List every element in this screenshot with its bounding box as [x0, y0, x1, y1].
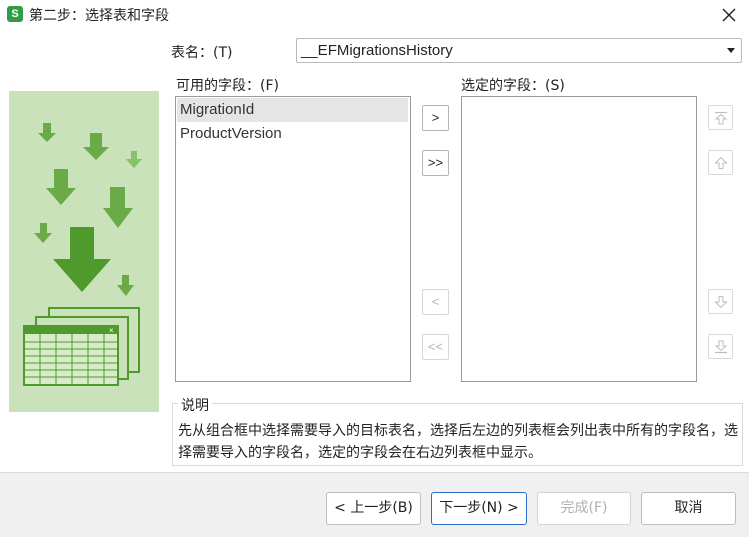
- back-button[interactable]: < 上一步(B): [326, 492, 421, 525]
- finish-button[interactable]: 完成(F): [537, 492, 631, 525]
- move-bottom-button[interactable]: [708, 334, 733, 359]
- close-button[interactable]: [718, 4, 740, 26]
- selected-fields-label: 选定的字段：(S): [461, 78, 565, 94]
- svg-text:×: ×: [109, 326, 114, 335]
- add-all-fields-button[interactable]: >>: [422, 150, 449, 176]
- remove-field-button[interactable]: <: [422, 289, 449, 315]
- list-item[interactable]: MigrationId: [177, 98, 408, 122]
- table-select[interactable]: __EFMigrationsHistory: [296, 38, 742, 63]
- description-text: 先从组合框中选择需要导入的目标表名，选择后左边的列表框会列出表中所有的字段名，选…: [178, 423, 738, 461]
- cancel-button[interactable]: 取消: [641, 492, 736, 525]
- move-to-bottom-icon: [714, 340, 728, 354]
- available-fields-label: 可用的字段：(F): [176, 78, 279, 94]
- list-item[interactable]: ProductVersion: [176, 122, 410, 146]
- move-to-top-icon: [714, 111, 728, 125]
- move-top-button[interactable]: [708, 105, 733, 130]
- description-legend: 说明: [178, 395, 212, 415]
- selected-fields-list[interactable]: [461, 96, 697, 382]
- close-icon: [722, 8, 736, 22]
- table-select-value: __EFMigrationsHistory: [301, 42, 453, 59]
- app-icon: S: [7, 6, 23, 22]
- available-fields-list[interactable]: MigrationId ProductVersion: [175, 96, 411, 382]
- table-label: 表名：(T): [171, 45, 233, 61]
- download-arrows-icon: ×: [23, 123, 142, 386]
- next-button[interactable]: 下一步(N) >: [431, 492, 527, 525]
- remove-all-fields-button[interactable]: <<: [422, 334, 449, 360]
- arrow-up-icon: [714, 156, 728, 169]
- move-down-button[interactable]: [708, 289, 733, 314]
- arrow-down-icon: [714, 296, 728, 309]
- window-title: 第二步：选择表和字段: [29, 8, 169, 24]
- chevron-down-icon: [727, 48, 735, 53]
- add-field-button[interactable]: >: [422, 105, 449, 131]
- move-up-button[interactable]: [708, 150, 733, 175]
- title-bar: S 第二步：选择表和字段: [0, 0, 749, 30]
- wizard-illustration: ×: [9, 91, 159, 412]
